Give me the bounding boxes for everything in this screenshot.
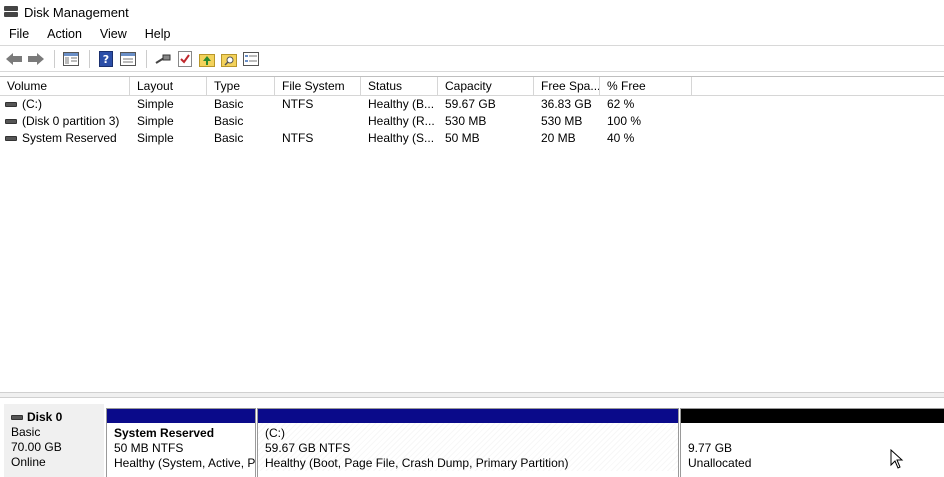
partition-status: Healthy (Boot, Page File, Crash Dump, Pr… <box>265 456 569 470</box>
window-title: Disk Management <box>24 4 129 20</box>
folder-up-icon[interactable] <box>197 49 217 69</box>
partition-status: Unallocated <box>688 456 752 470</box>
free-space-cell: 20 MB <box>541 131 576 145</box>
disk-name-row: Disk 0 <box>11 410 104 425</box>
menu-action[interactable]: Action <box>38 27 91 41</box>
forward-arrow-icon[interactable] <box>26 49 46 69</box>
volume-row[interactable]: (C:) Simple Basic NTFS Healthy (B... 59.… <box>0 96 944 113</box>
status-cell: Healthy (B... <box>368 97 435 111</box>
partition-size: 50 MB NTFS <box>114 441 184 455</box>
partition-system-reserved[interactable]: System Reserved 50 MB NTFS Healthy (Syst… <box>106 408 256 477</box>
drive-icon <box>5 119 17 124</box>
layout-cell: Simple <box>137 131 174 145</box>
partition-bar <box>258 409 678 423</box>
volume-cell: System Reserved <box>0 130 130 147</box>
status-cell: Healthy (S... <box>368 131 435 145</box>
menu-help[interactable]: Help <box>136 27 180 41</box>
capacity-cell: 59.67 GB <box>445 97 496 111</box>
percent-free-cell: 100 % <box>607 114 642 128</box>
toolbar-separator <box>54 49 55 68</box>
disk-icon <box>11 415 23 420</box>
file-system-cell: NTFS <box>282 97 314 111</box>
disk-type: Basic <box>11 425 41 439</box>
free-space-cell: 530 MB <box>541 114 583 128</box>
volume-row[interactable]: (Disk 0 partition 3) Simple Basic Health… <box>0 113 944 130</box>
partition-name: (C:) <box>265 426 285 440</box>
volume-name: (C:) <box>22 97 42 111</box>
toolbar: ? <box>0 45 944 72</box>
title-bar: Disk Management <box>0 0 944 24</box>
column-header-percent-free[interactable]: % Free <box>600 77 692 95</box>
volume-row[interactable]: System Reserved Simple Basic NTFS Health… <box>0 130 944 147</box>
svg-text:?: ? <box>103 53 109 66</box>
menu-view[interactable]: View <box>91 27 136 41</box>
column-header-layout[interactable]: Layout <box>130 77 207 95</box>
column-header-free-space[interactable]: Free Spa... <box>534 77 600 95</box>
percent-free-cell: 62 % <box>607 97 635 111</box>
disk-state: Online <box>11 455 46 469</box>
capacity-cell: 530 MB <box>445 114 487 128</box>
partition-name: System Reserved <box>114 426 215 440</box>
partition-size: 9.77 GB <box>688 441 733 455</box>
column-header-volume[interactable]: Volume <box>0 77 130 95</box>
list-view-icon[interactable] <box>241 49 261 69</box>
partition-size: 59.67 GB NTFS <box>265 441 351 455</box>
type-cell: Basic <box>214 97 244 111</box>
free-space-cell: 36.83 GB <box>541 97 592 111</box>
partition-body: (C:) 59.67 GB NTFS Healthy (Boot, Page F… <box>258 423 678 471</box>
partition-body: 9.77 GB Unallocated <box>681 423 944 471</box>
menu-bar: File Action View Help <box>0 24 944 44</box>
menu-file[interactable]: File <box>0 27 38 41</box>
capacity-cell: 50 MB <box>445 131 480 145</box>
disk-size: 70.00 GB <box>11 440 62 454</box>
disk-name: Disk 0 <box>27 410 63 424</box>
file-system-cell <box>275 113 361 130</box>
toolbar-separator <box>89 49 90 68</box>
console-tree-icon[interactable] <box>61 49 81 69</box>
status-cell: Healthy (R... <box>368 114 435 128</box>
volume-name: System Reserved <box>22 131 117 145</box>
partition-unallocated[interactable]: 9.77 GB Unallocated <box>680 408 944 477</box>
partition-bar <box>681 409 944 423</box>
partition-bar <box>107 409 255 423</box>
file-system-cell: NTFS <box>282 131 314 145</box>
volume-cell: (C:) <box>0 96 130 113</box>
volume-cell: (Disk 0 partition 3) <box>0 113 130 130</box>
drive-icon <box>5 102 17 107</box>
toolbar-separator <box>146 49 147 68</box>
volume-list-header: Volume Layout Type File System Status Ca… <box>0 77 944 96</box>
percent-free-cell: 40 % <box>607 131 635 145</box>
type-cell: Basic <box>214 131 244 145</box>
partition-c-drive[interactable]: (C:) 59.67 GB NTFS Healthy (Boot, Page F… <box>257 408 679 477</box>
layout-cell: Simple <box>137 97 174 111</box>
column-header-type[interactable]: Type <box>207 77 275 95</box>
help-icon[interactable]: ? <box>96 49 116 69</box>
disk-management-icon <box>4 6 18 18</box>
column-header-file-system[interactable]: File System <box>275 77 361 95</box>
layout-cell: Simple <box>137 114 174 128</box>
volume-list: Volume Layout Type File System Status Ca… <box>0 76 944 392</box>
type-cell: Basic <box>214 114 244 128</box>
volume-name: (Disk 0 partition 3) <box>22 114 120 128</box>
partition-status: Healthy (System, Active, P <box>114 456 255 470</box>
connect-icon[interactable] <box>153 49 173 69</box>
column-header-capacity[interactable]: Capacity <box>438 77 534 95</box>
mouse-cursor-icon <box>890 449 904 469</box>
partition-name <box>688 426 944 441</box>
drive-icon <box>5 136 17 141</box>
column-header-status[interactable]: Status <box>361 77 438 95</box>
disk-label[interactable]: Disk 0 Basic 70.00 GB Online <box>4 404 104 477</box>
partition-body: System Reserved 50 MB NTFS Healthy (Syst… <box>107 423 255 471</box>
check-icon[interactable] <box>175 49 195 69</box>
disk-graphical-view: Disk 0 Basic 70.00 GB Online System Rese… <box>0 398 944 477</box>
back-arrow-icon[interactable] <box>4 49 24 69</box>
properties-icon[interactable] <box>118 49 138 69</box>
folder-search-icon[interactable] <box>219 49 239 69</box>
